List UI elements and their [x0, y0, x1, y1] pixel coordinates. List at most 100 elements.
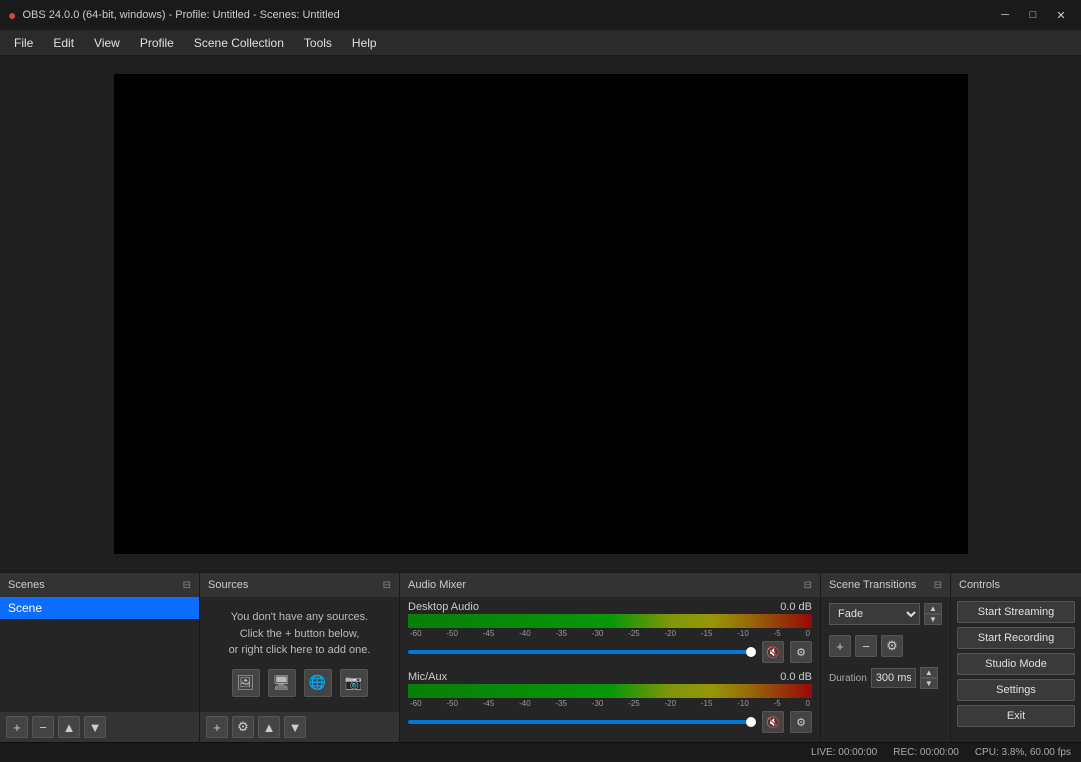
- sources-panel: Sources ⊟ You don't have any sources.Cli…: [200, 573, 400, 742]
- transitions-content: Fade Cut Swipe Slide Stinger Luma Wipe ▲…: [821, 597, 950, 742]
- desktop-audio-ticks: -60-50-45-40-35-30-25-20-15-10-50: [408, 629, 812, 638]
- menu-help[interactable]: Help: [342, 33, 387, 53]
- close-button[interactable]: ✕: [1049, 5, 1073, 25]
- duration-input[interactable]: [871, 668, 916, 688]
- desktop-config-button[interactable]: ⚙: [790, 641, 812, 663]
- duration-spin-up[interactable]: ▲: [920, 667, 938, 678]
- transition-spin-group: ▲ ▼: [924, 603, 942, 625]
- mic-aux-header: Mic/Aux 0.0 dB: [408, 671, 812, 683]
- cpu-fps-status: CPU: 3.8%, 60.00 fps: [975, 747, 1071, 758]
- scenes-footer: + − ▲ ▼: [0, 712, 199, 742]
- desktop-mute-button[interactable]: 🔇: [762, 641, 784, 663]
- rec-status: REC: 00:00:00: [893, 747, 959, 758]
- audio-panel-title: Audio Mixer: [408, 579, 466, 591]
- desktop-meter-gradient: [408, 614, 812, 628]
- mic-config-button[interactable]: ⚙: [790, 711, 812, 733]
- sources-add-button[interactable]: +: [206, 716, 228, 738]
- desktop-audio-controls: 🔇 ⚙: [408, 641, 812, 663]
- audio-content: Desktop Audio 0.0 dB -60-50-45-40-35-30-…: [400, 597, 820, 742]
- scene-item[interactable]: Scene: [0, 597, 199, 619]
- desktop-audio-name: Desktop Audio: [408, 601, 479, 613]
- mic-aux-ticks: -60-50-45-40-35-30-25-20-15-10-50: [408, 699, 812, 708]
- start-recording-button[interactable]: Start Recording: [957, 627, 1075, 649]
- menu-edit[interactable]: Edit: [43, 33, 84, 53]
- duration-label: Duration: [829, 673, 867, 684]
- title-bar: ● OBS 24.0.0 (64-bit, windows) - Profile…: [0, 0, 1081, 30]
- transition-select-row: Fade Cut Swipe Slide Stinger Luma Wipe ▲…: [829, 603, 942, 625]
- scenes-panel-header: Scenes ⊟: [0, 573, 199, 597]
- scenes-panel: Scenes ⊟ Scene + − ▲ ▼: [0, 573, 200, 742]
- scenes-down-button[interactable]: ▼: [84, 716, 106, 738]
- controls-panel: Controls Start Streaming Start Recording…: [951, 573, 1081, 742]
- menu-tools[interactable]: Tools: [294, 33, 342, 53]
- menu-file[interactable]: File: [4, 33, 43, 53]
- sources-hint: You don't have any sources.Click the + b…: [229, 609, 371, 659]
- exit-button[interactable]: Exit: [957, 705, 1075, 727]
- bottom-panel: Scenes ⊟ Scene + − ▲ ▼ Sources ⊟ You don…: [0, 572, 1081, 742]
- controls-content: Start Streaming Start Recording Studio M…: [951, 597, 1081, 742]
- duration-spin-group: ▲ ▼: [920, 667, 938, 689]
- live-status: LIVE: 00:00:00: [811, 747, 877, 758]
- transitions-resize-icon: ⊟: [934, 580, 942, 591]
- restore-button[interactable]: □: [1021, 5, 1045, 25]
- source-camera-icon[interactable]: 📷: [340, 669, 368, 697]
- transitions-panel-title: Scene Transitions: [829, 579, 916, 591]
- transition-config-button[interactable]: ⚙: [881, 635, 903, 657]
- sources-panel-header: Sources ⊟: [200, 573, 399, 597]
- status-bar: LIVE: 00:00:00 REC: 00:00:00 CPU: 3.8%, …: [0, 742, 1081, 762]
- menu-profile[interactable]: Profile: [130, 33, 184, 53]
- menu-scene-collection[interactable]: Scene Collection: [184, 33, 294, 53]
- mic-aux-db: 0.0 dB: [780, 671, 812, 683]
- duration-row: Duration ▲ ▼: [829, 667, 942, 689]
- scenes-up-button[interactable]: ▲: [58, 716, 80, 738]
- minimize-button[interactable]: ─: [993, 5, 1017, 25]
- desktop-audio-meter: [408, 614, 812, 628]
- desktop-audio-header: Desktop Audio 0.0 dB: [408, 601, 812, 613]
- desktop-audio-db: 0.0 dB: [780, 601, 812, 613]
- preview-canvas: [114, 74, 968, 554]
- window-controls: ─ □ ✕: [993, 5, 1073, 25]
- mic-meter-gradient: [408, 684, 812, 698]
- app-icon: ●: [8, 7, 16, 23]
- settings-button[interactable]: Settings: [957, 679, 1075, 701]
- mic-aux-name: Mic/Aux: [408, 671, 447, 683]
- scenes-add-button[interactable]: +: [6, 716, 28, 738]
- scenes-resize-icon: ⊟: [183, 580, 191, 591]
- audio-resize-icon: ⊟: [804, 580, 812, 591]
- studio-mode-button[interactable]: Studio Mode: [957, 653, 1075, 675]
- mic-aux-track: Mic/Aux 0.0 dB -60-50-45-40-35-30-25-20-…: [408, 671, 812, 733]
- audio-mixer-panel: Audio Mixer ⊟ Desktop Audio 0.0 dB -60-5…: [400, 573, 821, 742]
- sources-resize-icon: ⊟: [383, 580, 391, 591]
- sources-down-button[interactable]: ▼: [284, 716, 306, 738]
- transition-spin-down[interactable]: ▼: [924, 614, 942, 625]
- start-streaming-button[interactable]: Start Streaming: [957, 601, 1075, 623]
- source-display-icon[interactable]: 🖥: [268, 669, 296, 697]
- audio-panel-header: Audio Mixer ⊟: [400, 573, 820, 597]
- title-bar-left: ● OBS 24.0.0 (64-bit, windows) - Profile…: [8, 7, 340, 23]
- controls-panel-header: Controls: [951, 573, 1081, 597]
- menu-view[interactable]: View: [84, 33, 130, 53]
- transitions-panel: Scene Transitions ⊟ Fade Cut Swipe Slide…: [821, 573, 951, 742]
- transition-add-button[interactable]: +: [829, 635, 851, 657]
- sources-config-button[interactable]: ⚙: [232, 716, 254, 738]
- mic-aux-meter: [408, 684, 812, 698]
- source-image-icon[interactable]: 🖼: [232, 669, 260, 697]
- source-browser-icon[interactable]: 🌐: [304, 669, 332, 697]
- mic-mute-button[interactable]: 🔇: [762, 711, 784, 733]
- desktop-audio-track: Desktop Audio 0.0 dB -60-50-45-40-35-30-…: [408, 601, 812, 663]
- transition-remove-button[interactable]: −: [855, 635, 877, 657]
- title-text: OBS 24.0.0 (64-bit, windows) - Profile: …: [22, 9, 339, 21]
- transition-select[interactable]: Fade Cut Swipe Slide Stinger Luma Wipe: [829, 603, 920, 625]
- scenes-panel-title: Scenes: [8, 579, 45, 591]
- desktop-volume-slider[interactable]: [408, 650, 756, 654]
- transition-spin-up[interactable]: ▲: [924, 603, 942, 614]
- mic-volume-slider[interactable]: [408, 720, 756, 724]
- duration-spin-down[interactable]: ▼: [920, 678, 938, 689]
- mic-aux-controls: 🔇 ⚙: [408, 711, 812, 733]
- controls-panel-title: Controls: [959, 579, 1000, 591]
- sources-up-button[interactable]: ▲: [258, 716, 280, 738]
- sources-content[interactable]: You don't have any sources.Click the + b…: [200, 597, 399, 712]
- scenes-remove-button[interactable]: −: [32, 716, 54, 738]
- sources-footer: + ⚙ ▲ ▼: [200, 712, 399, 742]
- transitions-panel-header: Scene Transitions ⊟: [821, 573, 950, 597]
